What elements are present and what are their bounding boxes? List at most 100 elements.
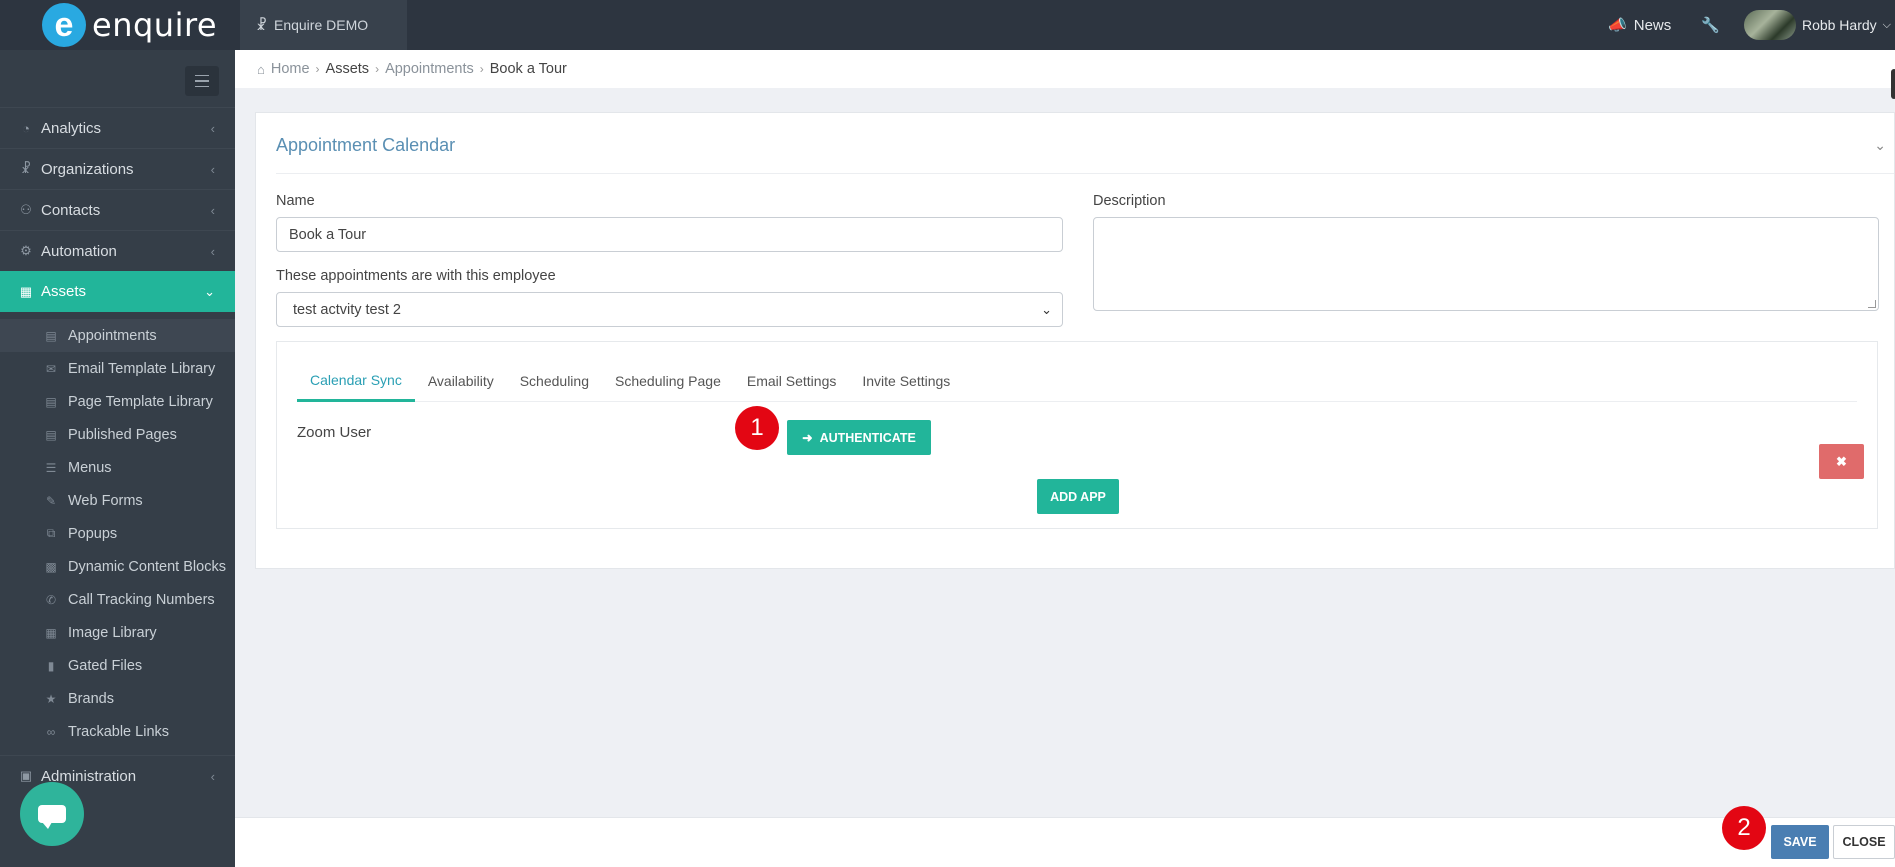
list-icon: ☰: [45, 460, 57, 475]
tab-calendar-sync[interactable]: Calendar Sync: [297, 360, 415, 402]
chat-widget-button[interactable]: [20, 782, 84, 846]
authenticate-button[interactable]: ➜ AUTHENTICATE: [787, 420, 931, 455]
blocks-icon: ▩: [45, 559, 57, 574]
sidebar-item-popups[interactable]: ⧉ Popups: [0, 517, 235, 550]
popup-icon: ⧉: [46, 526, 56, 540]
grid-icon: ▦: [19, 283, 33, 299]
gears-icon: ⚙: [20, 243, 32, 258]
step-marker-2: 2: [1722, 806, 1766, 850]
brand-logo[interactable]: e enquire: [0, 0, 235, 50]
zoom-user-label: Zoom User: [297, 424, 372, 441]
link-icon: ∞: [46, 724, 56, 739]
sidebar-item-page-template-library[interactable]: ▤ Page Template Library: [0, 385, 235, 418]
sidebar-item-dynamic-content-blocks[interactable]: ▩ Dynamic Content Blocks: [0, 550, 235, 583]
employee-select-value: test actvity test 2: [293, 301, 401, 318]
chevron-left-icon: ‹: [210, 120, 215, 136]
tab-availability[interactable]: Availability: [415, 360, 507, 402]
brand-name: enquire: [92, 6, 218, 44]
user-name[interactable]: Robb Hardy: [1802, 17, 1877, 33]
sidebar-item-assets[interactable]: ▦ Assets ⌄: [0, 271, 235, 312]
sitemap-icon: ☧: [20, 161, 32, 176]
description-textarea[interactable]: [1093, 217, 1879, 311]
employee-select[interactable]: test actvity test 2 ⌄: [276, 292, 1063, 327]
sidebar: ◔ Analytics ‹ ☧ Organizations ‹ ⚇ Contac…: [0, 50, 235, 867]
add-app-button[interactable]: ADD APP: [1037, 479, 1119, 514]
sign-in-icon: ➜: [802, 431, 813, 445]
avatar[interactable]: [1743, 10, 1796, 40]
chevron-down-icon[interactable]: ⌵: [1883, 19, 1891, 32]
edge-handle[interactable]: [1891, 69, 1895, 99]
save-button[interactable]: SAVE: [1771, 825, 1829, 859]
chevron-left-icon: ‹: [210, 202, 215, 218]
sidebar-item-organizations[interactable]: ☧ Organizations ‹: [0, 148, 235, 189]
calendar-icon: ▤: [45, 328, 57, 343]
megaphone-icon: 📣: [1608, 17, 1627, 34]
footer-bar: [235, 817, 1895, 867]
sidebar-item-brands[interactable]: ★ Brands: [0, 682, 235, 715]
step-marker-1: 1: [735, 406, 779, 450]
sidebar-item-published-pages[interactable]: ▤ Published Pages: [0, 418, 235, 451]
breadcrumb-home[interactable]: Home: [271, 61, 310, 77]
settings-tab-panel: Calendar Sync Availability Scheduling Sc…: [276, 341, 1878, 529]
org-switcher[interactable]: ☧ Enquire DEMO: [240, 0, 407, 50]
employee-label: These appointments are with this employe…: [276, 268, 556, 284]
close-icon: ✖: [1836, 453, 1847, 469]
image-icon: ▦: [45, 625, 57, 640]
chevron-left-icon: ‹: [210, 161, 215, 177]
name-label: Name: [276, 193, 315, 209]
tab-scheduling[interactable]: Scheduling: [507, 360, 602, 402]
sidebar-item-menus[interactable]: ☰ Menus: [0, 451, 235, 484]
sidebar-item-call-tracking-numbers[interactable]: ✆ Call Tracking Numbers: [0, 583, 235, 616]
sidebar-item-image-library[interactable]: ▦ Image Library: [0, 616, 235, 649]
appointment-calendar-card: Appointment Calendar ⌄ Name Book a Tour …: [255, 112, 1895, 569]
card-title: Appointment Calendar: [276, 135, 456, 155]
users-icon: ⚇: [20, 202, 32, 217]
edit-icon: ✎: [45, 493, 57, 508]
sidebar-item-email-template-library[interactable]: ✉ Email Template Library: [0, 352, 235, 385]
news-link[interactable]: 📣 News: [1608, 16, 1672, 35]
chevron-right-icon: ›: [375, 62, 380, 76]
sidebar-toggle-button[interactable]: [185, 66, 219, 96]
close-button[interactable]: CLOSE: [1833, 825, 1895, 859]
name-input[interactable]: Book a Tour: [276, 217, 1063, 252]
page-icon: ▤: [45, 427, 57, 442]
tab-invite-settings[interactable]: Invite Settings: [849, 360, 963, 402]
home-icon: ⌂: [257, 61, 265, 77]
sidebar-item-analytics[interactable]: ◔ Analytics ‹: [0, 107, 235, 148]
collapse-chevron-icon[interactable]: ⌄: [1874, 137, 1886, 154]
breadcrumb-appointments[interactable]: Appointments: [385, 61, 474, 77]
chevron-right-icon: ›: [479, 62, 484, 76]
lock-icon: ▣: [19, 768, 33, 783]
page-icon: ▤: [45, 394, 57, 409]
logo-icon: e: [42, 3, 86, 47]
sidebar-item-web-forms[interactable]: ✎ Web Forms: [0, 484, 235, 517]
sidebar-item-contacts[interactable]: ⚇ Contacts ‹: [0, 189, 235, 230]
settings-tabs: Calendar Sync Availability Scheduling Sc…: [297, 360, 1857, 402]
top-navbar: e enquire ☧ Enquire DEMO 📣 News 🔧 Robb H…: [0, 0, 1895, 50]
remove-button[interactable]: ✖: [1819, 444, 1864, 479]
star-icon: ★: [45, 691, 57, 706]
breadcrumb-current: Book a Tour: [489, 61, 567, 77]
sidebar-item-trackable-links[interactable]: ∞ Trackable Links: [0, 715, 235, 748]
chevron-left-icon: ‹: [210, 243, 215, 259]
chevron-left-icon: ‹: [210, 768, 215, 784]
breadcrumb-assets[interactable]: Assets: [326, 61, 370, 77]
chevron-down-icon: ⌄: [1041, 301, 1052, 317]
description-label: Description: [1093, 193, 1166, 209]
dashboard-icon: ◔: [22, 120, 30, 136]
sidebar-item-appointments[interactable]: ▤ Appointments: [0, 319, 235, 352]
news-label: News: [1633, 16, 1672, 34]
sidebar-item-automation[interactable]: ⚙ Automation ‹: [0, 230, 235, 271]
tab-scheduling-page[interactable]: Scheduling Page: [602, 360, 734, 402]
tab-email-settings[interactable]: Email Settings: [734, 360, 849, 402]
resize-handle-icon[interactable]: [1868, 300, 1876, 308]
phone-icon: ✆: [45, 592, 57, 607]
org-name: Enquire DEMO: [273, 17, 369, 33]
sidebar-item-gated-files[interactable]: ▮ Gated Files: [0, 649, 235, 682]
chevron-right-icon: ›: [315, 62, 320, 76]
wrench-icon[interactable]: 🔧: [1701, 16, 1720, 34]
sitemap-icon: ☧: [256, 16, 267, 33]
chevron-down-icon: ⌄: [204, 283, 215, 299]
chat-icon: [38, 805, 66, 829]
file-icon: ▮: [47, 658, 55, 673]
